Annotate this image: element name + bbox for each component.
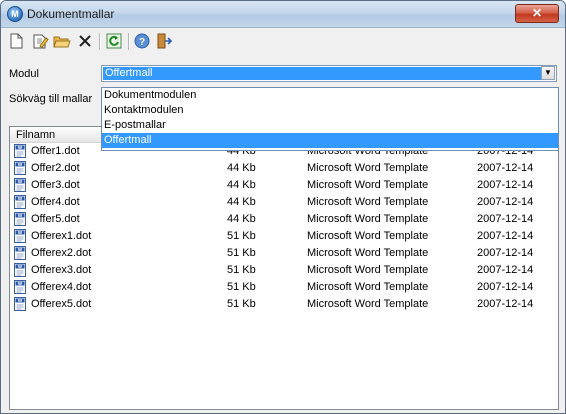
file-size: 51 Kb [227,281,256,293]
file-type: Microsoft Word Template [307,281,429,293]
table-row[interactable]: W Offerex3.dot 51 Kb Microsoft Word Templat… [10,262,558,279]
table-row[interactable]: W Offer5.dot 44 Kb Microsoft Word Template 2… [10,211,558,228]
file-type: Microsoft Word Template [307,196,429,208]
file-size: 51 Kb [227,264,256,276]
table-row[interactable]: W Offer3.dot 44 Kb Microsoft Word Template 2… [10,177,558,194]
file-name: Offer2.dot [31,162,80,174]
toolbar-separator [128,33,130,50]
table-row[interactable]: W Offerex2.dot 51 Kb Microsoft Word Templat… [10,245,558,262]
file-list[interactable]: Filnamn W Offer1.dot 44 Kb Microsoft Word T… [9,126,559,410]
window-title: Dokumentmallar [27,7,115,21]
file-type: Microsoft Word Template [307,230,429,242]
file-type: Microsoft Word Template [307,179,429,191]
file-type: Microsoft Word Template [307,162,429,174]
column-header-filnamn[interactable]: Filnamn [10,127,112,143]
table-row[interactable]: W Offer2.dot 44 Kb Microsoft Word Template 2… [10,160,558,177]
file-type: Microsoft Word Template [307,247,429,259]
file-name: Offer4.dot [31,196,80,208]
dropdown-option-kontaktmodulen[interactable]: Kontaktmodulen [102,103,558,118]
file-name: Offer3.dot [31,179,80,191]
word-template-icon: W [14,297,26,311]
toolbar-separator [99,33,101,50]
close-button[interactable]: ✕ [515,4,559,23]
open-folder-icon[interactable] [53,32,71,50]
app-icon: M [7,6,23,22]
table-row[interactable]: W Offerex5.dot 51 Kb Microsoft Word Templat… [10,296,558,313]
word-template-icon: W [14,161,26,175]
file-type: Microsoft Word Template [307,264,429,276]
file-size: 44 Kb [227,162,256,174]
file-date: 2007-12-14 [477,162,534,174]
exit-icon[interactable] [155,32,173,50]
file-size: 51 Kb [227,247,256,259]
file-type: Microsoft Word Template [307,213,429,225]
file-size: 44 Kb [227,179,256,191]
modul-dropdown-list: Dokumentmodulen Kontaktmodulen E-postmal… [101,87,559,151]
file-size: 44 Kb [227,196,256,208]
path-label: Sökväg till mallar [9,93,93,105]
modul-label: Modul [9,68,39,80]
file-date: 2007-12-14 [477,264,534,276]
svg-text:?: ? [139,37,145,48]
file-date: 2007-12-14 [477,281,534,293]
modul-select[interactable]: Offertmall ▼ [101,65,557,82]
file-date: 2007-12-14 [477,196,534,208]
file-date: 2007-12-14 [477,298,534,310]
table-row[interactable]: W Offer4.dot 44 Kb Microsoft Word Template 2… [10,194,558,211]
word-template-icon: W [14,178,26,192]
help-icon[interactable]: ? [133,32,151,50]
dropdown-option-e-postmallar[interactable]: E-postmallar [102,118,558,133]
word-template-icon: W [14,263,26,277]
word-template-icon: W [14,144,26,158]
file-size: 51 Kb [227,230,256,242]
file-name: Offerex4.dot [31,281,92,293]
table-row[interactable]: W Offerex1.dot 51 Kb Microsoft Word Templat… [10,228,558,245]
file-name: Offerex3.dot [31,264,92,276]
title-bar[interactable]: M Dokumentmallar ✕ [1,1,565,28]
file-name: Offer5.dot [31,213,80,225]
file-date: 2007-12-14 [477,230,534,242]
refresh-icon[interactable] [105,32,123,50]
word-template-icon: W [14,195,26,209]
delete-icon[interactable] [76,32,94,50]
file-type: Microsoft Word Template [307,298,429,310]
file-size: 44 Kb [227,213,256,225]
modul-select-value: Offertmall [103,67,541,80]
file-name: Offerex1.dot [31,230,92,242]
file-name: Offer1.dot [31,145,80,157]
file-name: Offerex5.dot [31,298,92,310]
file-date: 2007-12-14 [477,247,534,259]
file-name: Offerex2.dot [31,247,92,259]
dropdown-option-dokumentmodulen[interactable]: Dokumentmodulen [102,88,558,103]
file-date: 2007-12-14 [477,213,534,225]
edit-document-icon[interactable] [31,32,49,50]
file-size: 51 Kb [227,298,256,310]
word-template-icon: W [14,212,26,226]
word-template-icon: W [14,280,26,294]
file-date: 2007-12-14 [477,179,534,191]
word-template-icon: W [14,229,26,243]
new-document-icon[interactable] [7,32,25,50]
table-row[interactable]: W Offerex4.dot 51 Kb Microsoft Word Templat… [10,279,558,296]
chevron-down-icon[interactable]: ▼ [541,66,555,80]
word-template-icon: W [14,246,26,260]
dropdown-option-offertmall[interactable]: Offertmall [102,133,558,148]
dokumentmallar-window: M Dokumentmallar ✕ ? Modul Offertmall ▼ … [0,0,566,414]
client-area: ? Modul Offertmall ▼ Sökväg till mallar … [1,28,565,413]
